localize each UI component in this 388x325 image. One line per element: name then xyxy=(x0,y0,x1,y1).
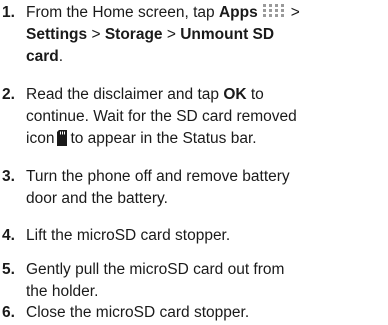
step-line: card. xyxy=(26,46,382,68)
settings-label: Settings xyxy=(26,26,88,43)
unmount-sd-label: Unmount SD xyxy=(180,26,275,43)
step-line: Close the microSD card stopper. xyxy=(26,304,250,321)
step-text-segment: to xyxy=(246,86,264,103)
step-line: door and the battery. xyxy=(26,190,168,207)
step-number: 3. xyxy=(2,168,15,185)
card-label: card xyxy=(26,48,59,65)
separator: > xyxy=(162,26,181,43)
step-number: 5. xyxy=(2,261,15,278)
separator: > xyxy=(87,26,105,43)
step-line: Gently pull the microSD card out from xyxy=(26,261,285,278)
apps-label: Apps xyxy=(218,4,258,21)
step-line: icon to appear in the Status bar. xyxy=(26,128,382,150)
step-text-segment: icon xyxy=(26,130,55,147)
step-text-segment: to appear in the Status bar. xyxy=(70,130,257,147)
storage-label: Storage xyxy=(104,26,163,43)
step-number: 4. xyxy=(2,227,15,244)
separator: > xyxy=(290,4,300,21)
step-text: Read the disclaimer and tap OK to contin… xyxy=(26,84,382,150)
step-number: 2. xyxy=(2,86,15,103)
step-text-segment: Read the disclaimer and tap xyxy=(26,86,224,103)
sd-card-removed-icon xyxy=(57,130,68,146)
step-line: Read the disclaimer and tap OK to xyxy=(26,84,382,106)
step-text: Gently pull the microSD card out from th… xyxy=(26,259,382,303)
step-text: Lift the microSD card stopper. xyxy=(26,225,382,247)
step-line: Lift the microSD card stopper. xyxy=(26,227,231,244)
step-text: Close the microSD card stopper. xyxy=(26,302,382,324)
step-line: continue. Wait for the SD card removed xyxy=(26,108,297,125)
step-text: Turn the phone off and remove battery do… xyxy=(26,166,382,210)
apps-grid-icon xyxy=(262,3,288,19)
step-number: 1. xyxy=(2,4,15,21)
period: . xyxy=(58,48,64,65)
step-text-segment: From the Home screen, tap xyxy=(26,4,219,21)
step-number: 6. xyxy=(2,304,15,321)
instruction-steps: 1. From the Home screen, tap Apps > Sett… xyxy=(0,0,388,325)
step-line: the holder. xyxy=(26,283,99,300)
step-text: From the Home screen, tap Apps > Setting… xyxy=(26,2,382,68)
step-line: Settings > Storage > Unmount SD xyxy=(26,24,382,46)
step-line: From the Home screen, tap Apps > xyxy=(26,2,382,24)
ok-label: OK xyxy=(223,86,247,103)
step-line: Turn the phone off and remove battery xyxy=(26,168,290,185)
